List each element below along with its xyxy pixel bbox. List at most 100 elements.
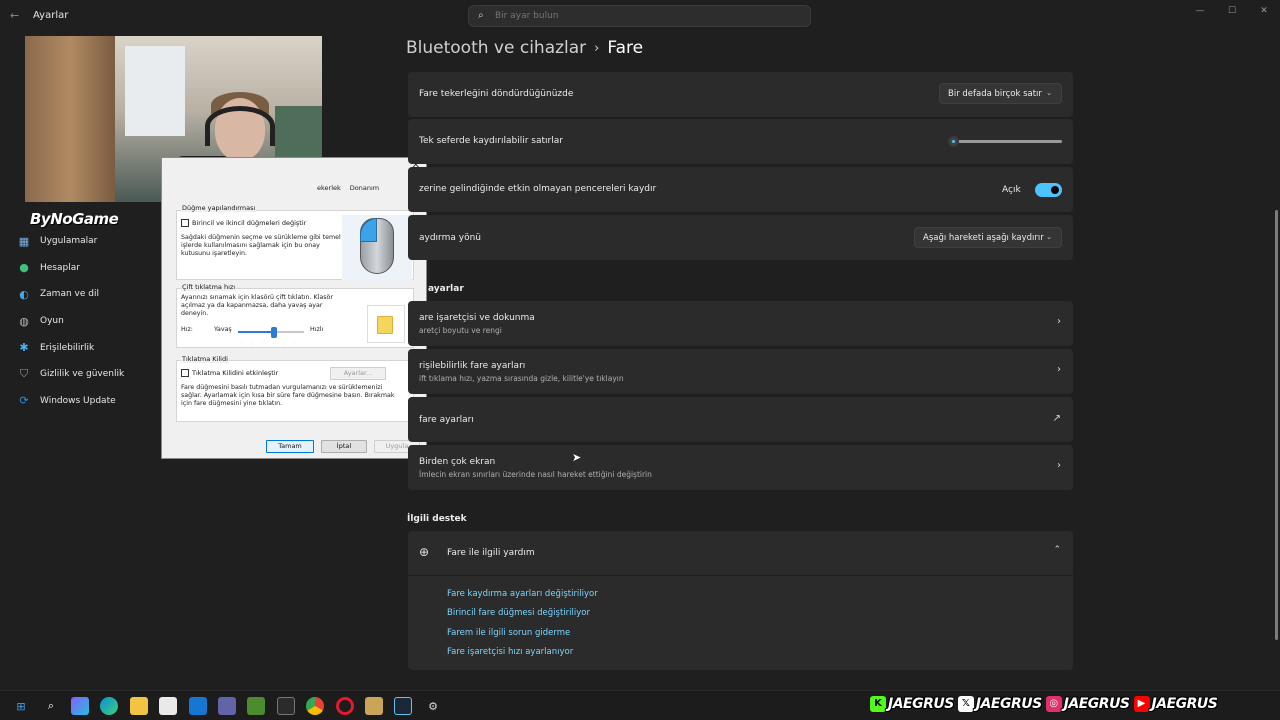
privacy-shield-icon: ⛉ xyxy=(19,367,29,381)
click-lock-settings-button[interactable]: Ayarlar... xyxy=(330,367,386,380)
sidebar-item-apps[interactable]: ▦ Uygulamalar xyxy=(10,228,160,255)
toggle-state-label: Açık xyxy=(1002,185,1021,195)
lines-slider-track[interactable] xyxy=(950,140,1062,143)
time-language-icon: ◐ xyxy=(19,287,29,301)
checkbox-box[interactable] xyxy=(181,219,189,227)
page-title: Fare xyxy=(607,38,644,58)
window-controls: — ☐ ✕ xyxy=(1184,0,1280,22)
kick-icon: K xyxy=(870,696,886,712)
sidebar-item-label: Windows Update xyxy=(40,395,116,406)
minimize-button[interactable]: — xyxy=(1184,0,1216,22)
bynogame-logo: ByNoGame xyxy=(30,210,119,228)
test-folder-icon[interactable] xyxy=(367,305,405,343)
search-icon[interactable]: ⌕ xyxy=(42,697,60,715)
app-title: Ayarlar xyxy=(33,10,69,21)
lines-slider-thumb[interactable] xyxy=(948,136,960,147)
related-support-title: İlgili destek xyxy=(407,514,467,524)
search-input[interactable] xyxy=(495,8,795,24)
edge-icon[interactable] xyxy=(100,697,118,715)
checkbox-box[interactable] xyxy=(181,369,189,377)
breadcrumb-parent[interactable]: Bluetooth ve cihazlar xyxy=(406,38,586,58)
store-icon[interactable] xyxy=(159,697,177,715)
sidebar-item-windows-update[interactable]: ⟳ Windows Update xyxy=(10,388,160,415)
help-link-troubleshoot[interactable]: Farem ile ilgili sorun giderme xyxy=(447,628,570,638)
settings-search-box[interactable]: ⌕ xyxy=(468,5,811,27)
social-handle: JAEGRUS xyxy=(975,696,1042,712)
click-lock-checkbox[interactable]: Tıklatma Kilidini etkinleştir xyxy=(181,369,278,377)
main-scrollbar[interactable] xyxy=(1275,210,1278,640)
tab-hardware[interactable]: Donanım xyxy=(350,184,379,192)
related-item-subtitle: ift tıklama hızı, yazma sırasında gizle,… xyxy=(419,374,624,383)
double-click-title: Çift tıklatma hızı xyxy=(181,283,237,291)
double-click-description: Ayarınızı sınamak için klasörü çift tıkl… xyxy=(181,294,333,317)
mouse-cursor-icon: ➤ xyxy=(572,451,582,464)
related-item-pointer[interactable]: are işaretçisi ve dokunma aretçi boyutu … xyxy=(408,301,1073,346)
click-lock-title: Tıklatma Kilidi xyxy=(181,355,229,363)
sidebar-item-label: Zaman ve dil xyxy=(40,289,99,300)
cancel-button[interactable]: İptal xyxy=(321,440,367,453)
social-x: 𝕏 JAEGRUS xyxy=(957,696,1042,712)
double-click-speed-thumb[interactable] xyxy=(271,327,278,338)
steam-icon[interactable] xyxy=(394,697,412,715)
help-link-primary-button[interactable]: Birincil fare düğmesi değiştiriliyor xyxy=(447,608,590,618)
related-item-additional-mouse[interactable]: fare ayarları ↗ xyxy=(408,397,1073,442)
windows-update-icon: ⟳ xyxy=(19,394,29,408)
switch-buttons-checkbox[interactable]: Birincil ve ikincil düğmeleri değiştir xyxy=(181,219,306,227)
slow-label: Yavaş xyxy=(214,326,232,333)
sidebar-item-accounts[interactable]: ● Hesaplar xyxy=(10,255,160,282)
sidebar-item-gaming[interactable]: ◍ Oyun xyxy=(10,308,160,335)
accessibility-icon: ✱ xyxy=(19,341,29,355)
copilot-icon[interactable] xyxy=(71,697,89,715)
teams-icon[interactable] xyxy=(218,697,236,715)
sidebar-item-privacy[interactable]: ⛉ Gizlilik ve güvenlik xyxy=(10,361,160,388)
help-link-scroll-settings[interactable]: Fare kaydırma ayarları değiştiriliyor xyxy=(447,589,598,599)
related-item-title: rişilebilirlik fare ayarları xyxy=(419,361,526,371)
youtube-icon: ▶ xyxy=(1133,696,1150,712)
minecraft-icon[interactable] xyxy=(247,697,265,715)
social-instagram: ◎ JAEGRUS xyxy=(1045,696,1130,712)
sidebar-item-accessibility[interactable]: ✱ Erişilebilirlik xyxy=(10,334,160,361)
social-kick: K JAEGRUS xyxy=(870,696,954,712)
tab-wheel[interactable]: ekerlek xyxy=(317,184,341,192)
outlook-icon[interactable] xyxy=(189,697,207,715)
dropdown-value: Bir defada birçok satır xyxy=(948,88,1042,99)
related-item-subtitle: İmlecin ekran sınırları üzerinde nasıl h… xyxy=(419,470,652,479)
chevron-right-icon: › xyxy=(1057,316,1061,327)
windows-start-icon[interactable]: ⊞ xyxy=(12,697,30,715)
scroll-inactive-toggle[interactable] xyxy=(1035,183,1062,197)
scroll-wheel-dropdown[interactable]: Bir defada birçok satır ⌄ xyxy=(939,83,1062,104)
related-item-accessibility-mouse[interactable]: rişilebilirlik fare ayarları ift tıklama… xyxy=(408,349,1073,394)
scroll-inactive-label: zerine gelindiğinde etkin olmayan pencer… xyxy=(419,184,657,194)
button-config-description: Sağdaki düğmenin seçme ve sürükleme gibi… xyxy=(181,234,341,257)
back-arrow-icon[interactable]: ← xyxy=(10,9,19,22)
epic-icon[interactable] xyxy=(277,697,295,715)
help-header-label: Fare ile ilgili yardım xyxy=(447,548,535,558)
close-window-button[interactable]: ✕ xyxy=(1248,0,1280,22)
related-settings-title: ayarlar xyxy=(428,284,464,294)
related-item-title: Birden çok ekran xyxy=(419,457,496,467)
sidebar-item-time-language[interactable]: ◐ Zaman ve dil xyxy=(10,281,160,308)
related-item-subtitle: aretçi boyutu ve rengi xyxy=(419,326,502,335)
chrome-icon[interactable] xyxy=(306,697,324,715)
mouse-help-expander[interactable]: ⊕ Fare ile ilgili yardım ⌃ xyxy=(408,531,1073,575)
scroll-direction-label: aydırma yönü xyxy=(419,233,481,243)
gaming-icon: ◍ xyxy=(19,314,29,328)
sidebar-item-label: Gizlilik ve güvenlik xyxy=(40,369,125,380)
scroll-direction-dropdown[interactable]: Aşağı hareketi aşağı kaydırır ⌄ xyxy=(914,227,1062,248)
scroll-inactive-card: zerine gelindiğinde etkin olmayan pencer… xyxy=(408,167,1073,212)
social-handle: JAEGRUS xyxy=(1063,696,1130,712)
sidebar-item-label: Uygulamalar xyxy=(40,236,98,247)
file-explorer-icon[interactable] xyxy=(130,697,148,715)
chevron-right-icon: › xyxy=(594,40,600,56)
speed-ticks: · · · · · · · · · · · xyxy=(241,340,299,350)
sidebar-item-label: Oyun xyxy=(40,316,64,327)
settings-icon[interactable]: ⚙ xyxy=(424,697,442,715)
help-link-pointer-speed[interactable]: Fare işaretçisi hızı ayarlanıyor xyxy=(447,647,573,657)
league-icon[interactable] xyxy=(365,697,383,715)
sidebar-item-label: Hesaplar xyxy=(40,262,80,273)
related-item-multiple-displays[interactable]: Birden çok ekran İmlecin ekran sınırları… xyxy=(408,445,1073,490)
opera-icon[interactable] xyxy=(336,697,354,715)
mouse-help-links: Fare kaydırma ayarları değiştiriliyor Bi… xyxy=(408,576,1073,670)
ok-button[interactable]: Tamam xyxy=(266,440,314,453)
maximize-button[interactable]: ☐ xyxy=(1216,0,1248,22)
